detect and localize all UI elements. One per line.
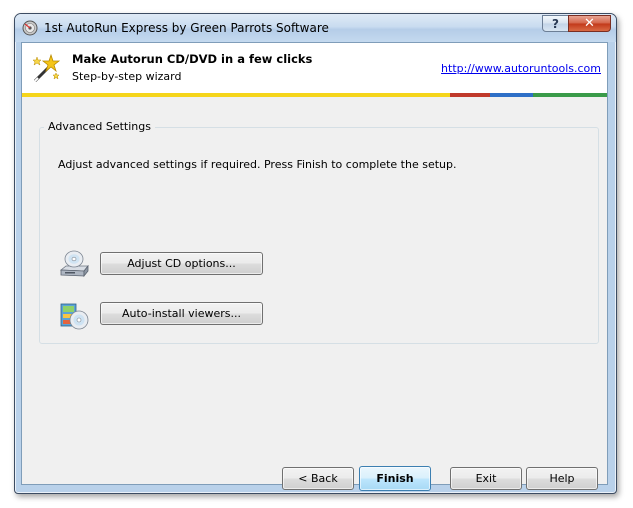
strip-red — [450, 93, 490, 97]
advanced-settings-description: Adjust advanced settings if required. Pr… — [58, 158, 457, 171]
cd-drive-icon — [59, 250, 89, 278]
strip-blue — [490, 93, 533, 97]
exit-button[interactable]: Exit — [450, 467, 522, 490]
installer-box-icon — [60, 303, 89, 330]
back-button[interactable]: < Back — [282, 467, 354, 490]
app-icon — [22, 20, 38, 36]
color-strip — [22, 93, 607, 97]
strip-yellow — [22, 93, 450, 97]
main-window: 1st AutoRun Express by Green Parrots Sof… — [14, 13, 617, 494]
header-subtitle: Step-by-step wizard — [72, 70, 182, 83]
help-button[interactable]: Help — [526, 467, 598, 490]
title-bar[interactable]: 1st AutoRun Express by Green Parrots Sof… — [15, 14, 616, 42]
magic-wand-icon — [32, 53, 61, 83]
advanced-settings-legend: Advanced Settings — [44, 120, 155, 133]
website-link[interactable]: http://www.autoruntools.com — [441, 62, 601, 75]
header-title: Make Autorun CD/DVD in a few clicks — [72, 52, 313, 66]
adjust-cd-options-button[interactable]: Adjust CD options... — [100, 252, 263, 275]
auto-install-viewers-button[interactable]: Auto-install viewers... — [100, 302, 263, 325]
window-title: 1st AutoRun Express by Green Parrots Sof… — [44, 21, 329, 35]
wizard-header: Make Autorun CD/DVD in a few clicks Step… — [22, 43, 607, 93]
close-button[interactable]: ✕ — [568, 15, 611, 32]
strip-green — [533, 93, 607, 97]
finish-button[interactable]: Finish — [359, 466, 431, 491]
client-area: Make Autorun CD/DVD in a few clicks Step… — [21, 42, 608, 491]
title-help-button[interactable]: ? — [542, 15, 569, 32]
